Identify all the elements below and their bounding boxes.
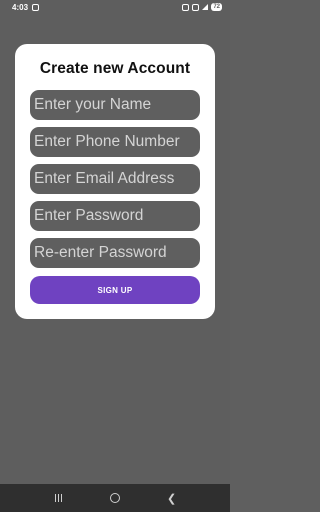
lte-icon: [192, 3, 200, 11]
home-icon: [109, 493, 120, 503]
signup-card: Create new Account SIGN UP: [15, 44, 215, 319]
status-left: 4:03: [12, 2, 40, 12]
recents-button[interactable]: [48, 488, 68, 508]
status-bar: 4:03 72: [0, 0, 230, 14]
back-button[interactable]: ❮: [162, 488, 182, 508]
screenshot-notification-icon: [32, 3, 40, 11]
signup-button[interactable]: SIGN UP: [30, 276, 200, 304]
battery-icon: 72: [211, 3, 222, 11]
back-icon: ❮: [167, 492, 177, 505]
status-time: 4:03: [12, 2, 29, 12]
app-screen: 4:03 72 Create new Account SIGN UP ❮: [0, 0, 230, 512]
home-button[interactable]: [105, 488, 125, 508]
email-input[interactable]: [30, 164, 200, 194]
recents-icon: [54, 494, 62, 502]
name-input[interactable]: [30, 90, 200, 120]
signal-icon: [202, 4, 209, 10]
system-nav-bar: ❮: [0, 484, 230, 512]
page-title: Create new Account: [39, 60, 191, 77]
confirm-password-input[interactable]: [30, 238, 200, 268]
game-controller-icon: [182, 3, 190, 11]
password-input[interactable]: [30, 201, 200, 231]
phone-input[interactable]: [30, 127, 200, 157]
status-right: 72: [182, 3, 222, 11]
